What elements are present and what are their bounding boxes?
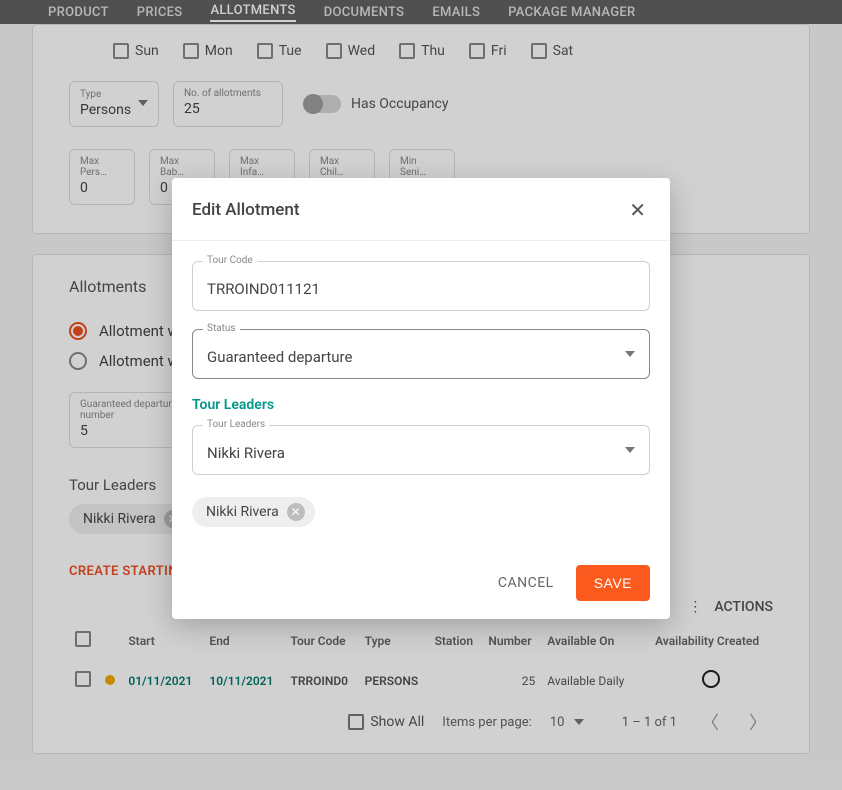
close-icon[interactable]: ✕ <box>625 194 650 226</box>
close-icon[interactable]: ✕ <box>287 503 305 521</box>
tour-leaders-label: Tour Leaders <box>203 419 269 430</box>
tour-leaders-heading: Tour Leaders <box>192 397 650 413</box>
modal-title: Edit Allotment <box>192 200 300 220</box>
chevron-down-icon <box>625 447 635 453</box>
modal-overlay: Edit Allotment ✕ Tour Code TRROIND011121… <box>0 0 842 790</box>
cancel-button[interactable]: CANCEL <box>498 575 554 591</box>
modal-leader-chip-label: Nikki Rivera <box>206 504 279 520</box>
modal-leader-chip[interactable]: Nikki Rivera ✕ <box>192 497 315 527</box>
edit-allotment-dialog: Edit Allotment ✕ Tour Code TRROIND011121… <box>172 178 670 619</box>
tour-code-input[interactable]: Tour Code TRROIND011121 <box>192 261 650 311</box>
chevron-down-icon <box>625 351 635 357</box>
status-value: Guaranteed departure <box>207 348 352 366</box>
tour-leaders-select[interactable]: Tour Leaders Nikki Rivera <box>192 425 650 475</box>
tour-code-label: Tour Code <box>203 255 257 266</box>
status-select[interactable]: Status Guaranteed departure <box>192 329 650 379</box>
tour-leaders-value: Nikki Rivera <box>207 444 285 462</box>
save-button[interactable]: SAVE <box>576 565 650 601</box>
status-label: Status <box>203 323 240 334</box>
tour-code-value: TRROIND011121 <box>207 280 320 298</box>
